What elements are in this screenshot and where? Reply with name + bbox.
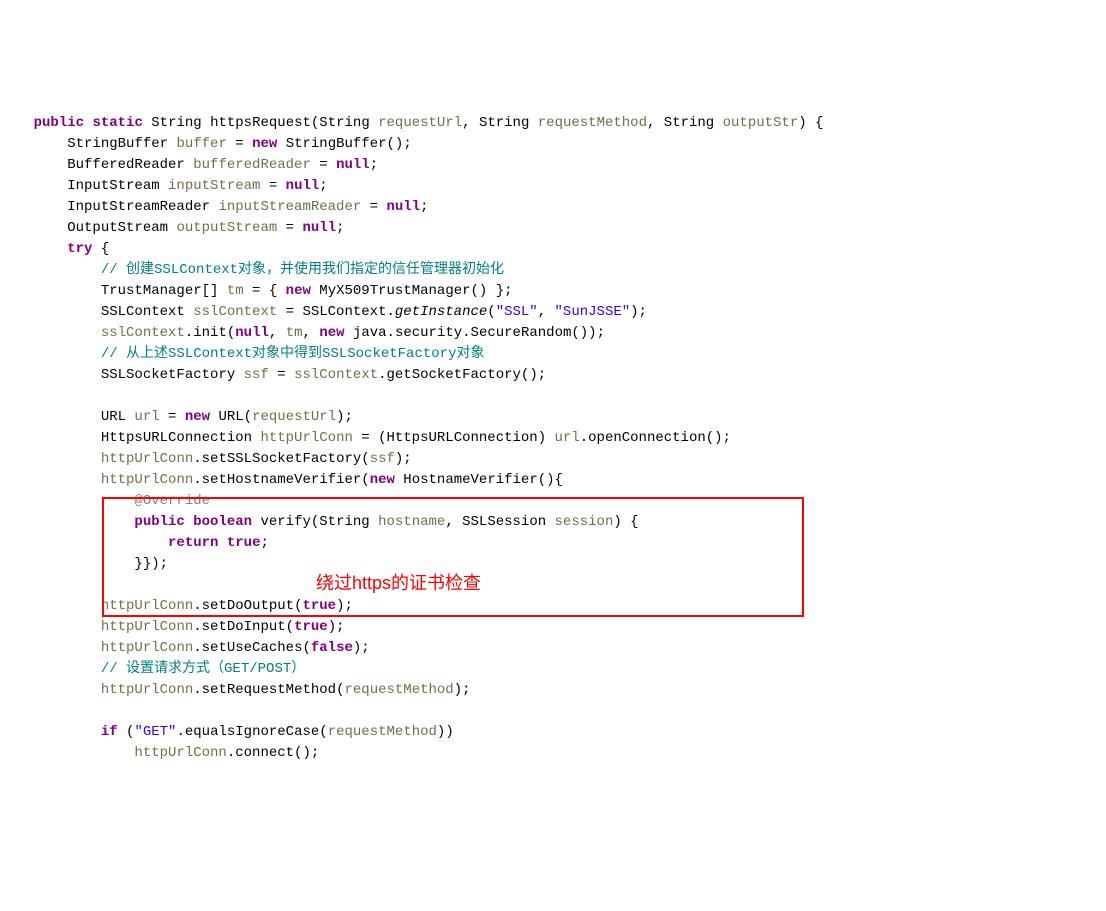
keyword-public: public [134, 514, 184, 530]
keyword-null: null [336, 157, 370, 173]
var-url: url [555, 430, 580, 446]
var-ssf: ssf [244, 367, 269, 383]
param-requestMethod: requestMethod [538, 115, 647, 131]
code-line: // 设置请求方式（GET/POST） [0, 661, 305, 677]
code-line: try { [0, 241, 109, 257]
var-sslContext: sslContext [101, 325, 185, 341]
var-sslContext: sslContext [294, 367, 378, 383]
var-httpUrlConn: httpUrlConn [260, 430, 352, 446]
var-inputStream: inputStream [168, 178, 260, 194]
var-requestMethod: requestMethod [344, 682, 453, 698]
annotation-override: @Override [134, 493, 210, 509]
var-requestUrl: requestUrl [252, 409, 336, 425]
keyword-false: false [311, 640, 353, 656]
code-line: httpUrlConn.setRequestMethod(requestMeth… [0, 682, 471, 698]
comment-2: // 从上述SSLContext对象中得到SSLSocketFactory对象 [101, 346, 485, 362]
string-get: "GET" [134, 724, 176, 740]
keyword-boolean: boolean [193, 514, 252, 530]
code-line: SSLSocketFactory ssf = sslContext.getSoc… [0, 367, 546, 383]
var-bufferedReader: bufferedReader [193, 157, 311, 173]
keyword-true: true [227, 535, 261, 551]
keyword-return: return [168, 535, 218, 551]
code-line: if ("GET".equalsIgnoreCase(requestMethod… [0, 724, 454, 740]
keyword-true: true [302, 598, 336, 614]
code-line: // 创建SSLContext对象，并使用我们指定的信任管理器初始化 [0, 262, 504, 278]
var-buffer: buffer [176, 136, 226, 152]
code-line: SSLContext sslContext = SSLContext.getIn… [0, 304, 647, 320]
keyword-if: if [101, 724, 118, 740]
code-line: httpUrlConn.setUseCaches(false); [0, 640, 370, 656]
var-httpUrlConn: httpUrlConn [101, 619, 193, 635]
var-requestMethod: requestMethod [328, 724, 437, 740]
code-line: public boolean verify(String hostname, S… [0, 514, 639, 530]
code-line: httpUrlConn.setDoOutput(true); [0, 598, 353, 614]
comment-3: // 设置请求方式（GET/POST） [101, 661, 305, 677]
code-line: BufferedReader bufferedReader = null; [0, 157, 378, 173]
code-line: @Override [0, 493, 210, 509]
code-line: sslContext.init(null, tm, new java.secur… [0, 325, 605, 341]
keyword-new: new [319, 325, 344, 341]
var-httpUrlConn: httpUrlConn [101, 472, 193, 488]
string-sunjsse: "SunJSSE" [555, 304, 631, 320]
code-line: }}); [0, 556, 168, 572]
comment-1: // 创建SSLContext对象，并使用我们指定的信任管理器初始化 [101, 262, 504, 278]
red-annotation: 绕过https的证书检查 [316, 570, 481, 597]
keyword-null: null [235, 325, 269, 341]
code-line: OutputStream outputStream = null; [0, 220, 345, 236]
param-outputStr: outputStr [723, 115, 799, 131]
code-line: // 从上述SSLContext对象中得到SSLSocketFactory对象 [0, 346, 484, 362]
method-getInstance: getInstance [395, 304, 487, 320]
code-line: InputStreamReader inputStreamReader = nu… [0, 199, 429, 215]
code-line: httpUrlConn.setSSLSocketFactory(ssf); [0, 451, 412, 467]
var-sslContext: sslContext [193, 304, 277, 320]
param-requestUrl: requestUrl [378, 115, 462, 131]
keyword-static: static [92, 115, 142, 131]
var-url: url [134, 409, 159, 425]
keyword-null: null [302, 220, 336, 236]
code-line: StringBuffer buffer = new StringBuffer()… [0, 136, 412, 152]
keyword-try: try [67, 241, 92, 257]
keyword-true: true [294, 619, 328, 635]
keyword-new: new [185, 409, 210, 425]
method-name: httpsRequest [210, 115, 311, 131]
code-block: public static String httpsRequest(String… [0, 92, 1106, 806]
keyword-null: null [286, 178, 320, 194]
keyword-public: public [34, 115, 84, 131]
var-tm: tm [227, 283, 244, 299]
code-line: httpUrlConn.setDoInput(true); [0, 619, 345, 635]
keyword-new: new [252, 136, 277, 152]
code-line: httpUrlConn.connect(); [0, 745, 319, 761]
code-line: TrustManager[] tm = { new MyX509TrustMan… [0, 283, 513, 299]
var-tm: tm [286, 325, 303, 341]
var-outputStream: outputStream [176, 220, 277, 236]
param-session: session [555, 514, 614, 530]
code-line: HttpsURLConnection httpUrlConn = (HttpsU… [0, 430, 731, 446]
var-httpUrlConn: httpUrlConn [134, 745, 226, 761]
param-hostname: hostname [378, 514, 445, 530]
keyword-new: new [370, 472, 395, 488]
var-ssf: ssf [370, 451, 395, 467]
var-httpUrlConn: httpUrlConn [101, 682, 193, 698]
code-line: httpUrlConn.setHostnameVerifier(new Host… [0, 472, 563, 488]
code-line: return true; [0, 535, 269, 551]
code-line: URL url = new URL(requestUrl); [0, 409, 353, 425]
string-ssl: "SSL" [496, 304, 538, 320]
code-line: public static String httpsRequest(String… [0, 115, 823, 131]
var-httpUrlConn: httpUrlConn [101, 598, 193, 614]
var-inputStreamReader: inputStreamReader [218, 199, 361, 215]
code-line: InputStream inputStream = null; [0, 178, 328, 194]
var-httpUrlConn: httpUrlConn [101, 451, 193, 467]
keyword-null: null [386, 199, 420, 215]
var-httpUrlConn: httpUrlConn [101, 640, 193, 656]
keyword-new: new [286, 283, 311, 299]
